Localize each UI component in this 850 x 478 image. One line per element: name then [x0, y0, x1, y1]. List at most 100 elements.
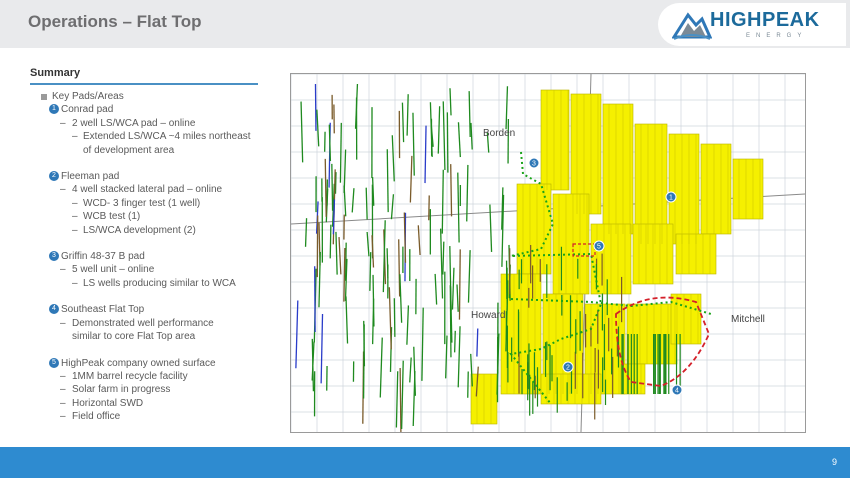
well-lateral	[365, 187, 368, 220]
well-lateral	[329, 224, 332, 259]
list-item-text: WCD- 3 finger test (1 well)	[83, 197, 201, 209]
list-item-text: of development area	[83, 144, 175, 156]
well-lateral	[398, 239, 401, 297]
well-lateral	[300, 101, 304, 163]
well-lateral	[295, 300, 299, 369]
list-item-text: Solar farm in progress	[72, 384, 171, 396]
acreage-block	[540, 89, 570, 191]
list-item: 4 Southeast Flat Top	[30, 303, 270, 316]
well-lateral	[318, 251, 321, 308]
dash-bullet-icon: –	[60, 264, 66, 276]
map-marker-number: 1	[669, 195, 673, 202]
list-item: – WCD- 3 finger test (1 well)	[30, 197, 270, 210]
map-canvas: Borden Howard Mitchell 1 2 3 4 5	[291, 74, 805, 432]
page-title: Operations – Flat Top	[28, 12, 202, 31]
well-lateral	[442, 101, 446, 170]
list-item-text: Southeast Flat Top	[61, 304, 145, 316]
well-lateral	[437, 106, 441, 154]
well-lateral	[457, 172, 460, 243]
well-lateral	[449, 88, 452, 116]
list-item: –1MM barrel recycle facility	[30, 370, 270, 383]
list-item: of development area	[30, 144, 270, 157]
well-lateral	[489, 204, 493, 252]
summary-heading: Summary	[30, 67, 81, 79]
well-lateral	[409, 155, 413, 203]
list-item-text: Extended LS/WCA ~4 miles northeast	[83, 131, 251, 143]
dash-bullet-icon: –	[60, 397, 66, 409]
number-badge: 4	[49, 304, 59, 315]
list-item-text: Key Pads/Areas	[52, 91, 124, 102]
list-item: – WCB test (1)	[30, 210, 270, 223]
well-lateral	[331, 163, 334, 211]
list-item-text: Demonstrated well performance	[72, 317, 214, 329]
list-item: –2 well LS/WCA pad – online	[30, 117, 270, 130]
summary-list: Key Pads/Areas 1 Conrad pad –2 well LS/WCA …	[30, 90, 270, 424]
map-marker-number: 2	[566, 365, 570, 372]
well-lateral	[442, 241, 445, 275]
list-item-text: LS wells producing similar to WCA	[83, 277, 236, 289]
well-lateral	[406, 305, 410, 345]
well-lateral	[324, 158, 327, 217]
list-item: 3 Griffin 48-37 B pad	[30, 250, 270, 263]
well-lateral	[343, 149, 347, 193]
list-item: – Field office	[30, 410, 270, 423]
well-lateral	[406, 94, 409, 136]
well-lateral	[421, 307, 424, 381]
well-lateral	[446, 112, 449, 173]
number-badge: 1	[49, 104, 59, 115]
dash-bullet-icon: –	[60, 411, 66, 423]
dash-bullet-icon: –	[72, 224, 78, 236]
page-number: 9	[831, 457, 837, 467]
well-lateral	[388, 287, 392, 350]
county-label-mitchell: Mitchell	[731, 314, 765, 325]
list-item-text: Field office	[72, 411, 121, 423]
well-lateral	[470, 122, 473, 150]
list-item: –4 well stacked lateral pad – online	[30, 183, 270, 196]
dash-bullet-icon: –	[72, 277, 78, 289]
list-item: similar to core Flat Top area	[30, 330, 270, 343]
well-lateral	[466, 164, 469, 222]
well-lateral	[412, 371, 416, 427]
well-lateral	[345, 296, 349, 344]
well-lateral	[320, 314, 324, 384]
well-lateral	[412, 112, 415, 176]
list-item: 1 Conrad pad	[30, 103, 270, 116]
dash-bullet-icon: –	[60, 317, 66, 329]
operations-map: Borden Howard Mitchell 1 2 3 4 5	[290, 73, 806, 433]
list-item-text: Horizontal SWD	[72, 397, 144, 409]
well-lateral	[439, 228, 444, 299]
acreage-block	[732, 158, 764, 220]
well-lateral	[409, 357, 412, 383]
well-lateral	[441, 169, 444, 234]
well-lateral	[379, 337, 383, 398]
dash-bullet-icon: –	[60, 184, 66, 196]
dash-bullet-icon: –	[60, 370, 66, 382]
dash-bullet-icon: –	[72, 131, 78, 143]
well-lateral	[453, 330, 456, 353]
bullet-square-icon	[41, 94, 47, 100]
list-item: –5 well unit – online	[30, 263, 270, 276]
well-lateral	[369, 252, 372, 291]
list-item: – Extended LS/WCA ~4 miles northeast	[30, 130, 270, 143]
acreage-block	[668, 133, 700, 245]
well-lateral	[335, 231, 338, 275]
well-lateral	[390, 194, 395, 220]
map-marker-number: 4	[675, 388, 679, 395]
well-lateral	[476, 328, 479, 357]
well-lateral	[458, 249, 461, 320]
map-marker-number: 3	[532, 161, 536, 168]
well-lateral	[391, 135, 395, 182]
mountain-logo-icon	[672, 12, 712, 40]
well-lateral	[386, 149, 389, 213]
list-item: 5 HighPeak company owned surface	[30, 357, 270, 370]
list-item: – Horizontal SWD	[30, 397, 270, 410]
logo-wordmark: HIGHPEAK	[710, 9, 820, 31]
well-lateral	[362, 324, 365, 399]
list-item-text: LS/WCA development (2)	[83, 224, 196, 236]
well-lateral	[434, 273, 438, 305]
well-lateral	[401, 102, 405, 143]
dash-bullet-icon: –	[60, 384, 66, 396]
well-lateral	[467, 250, 471, 303]
well-lateral	[351, 188, 355, 213]
